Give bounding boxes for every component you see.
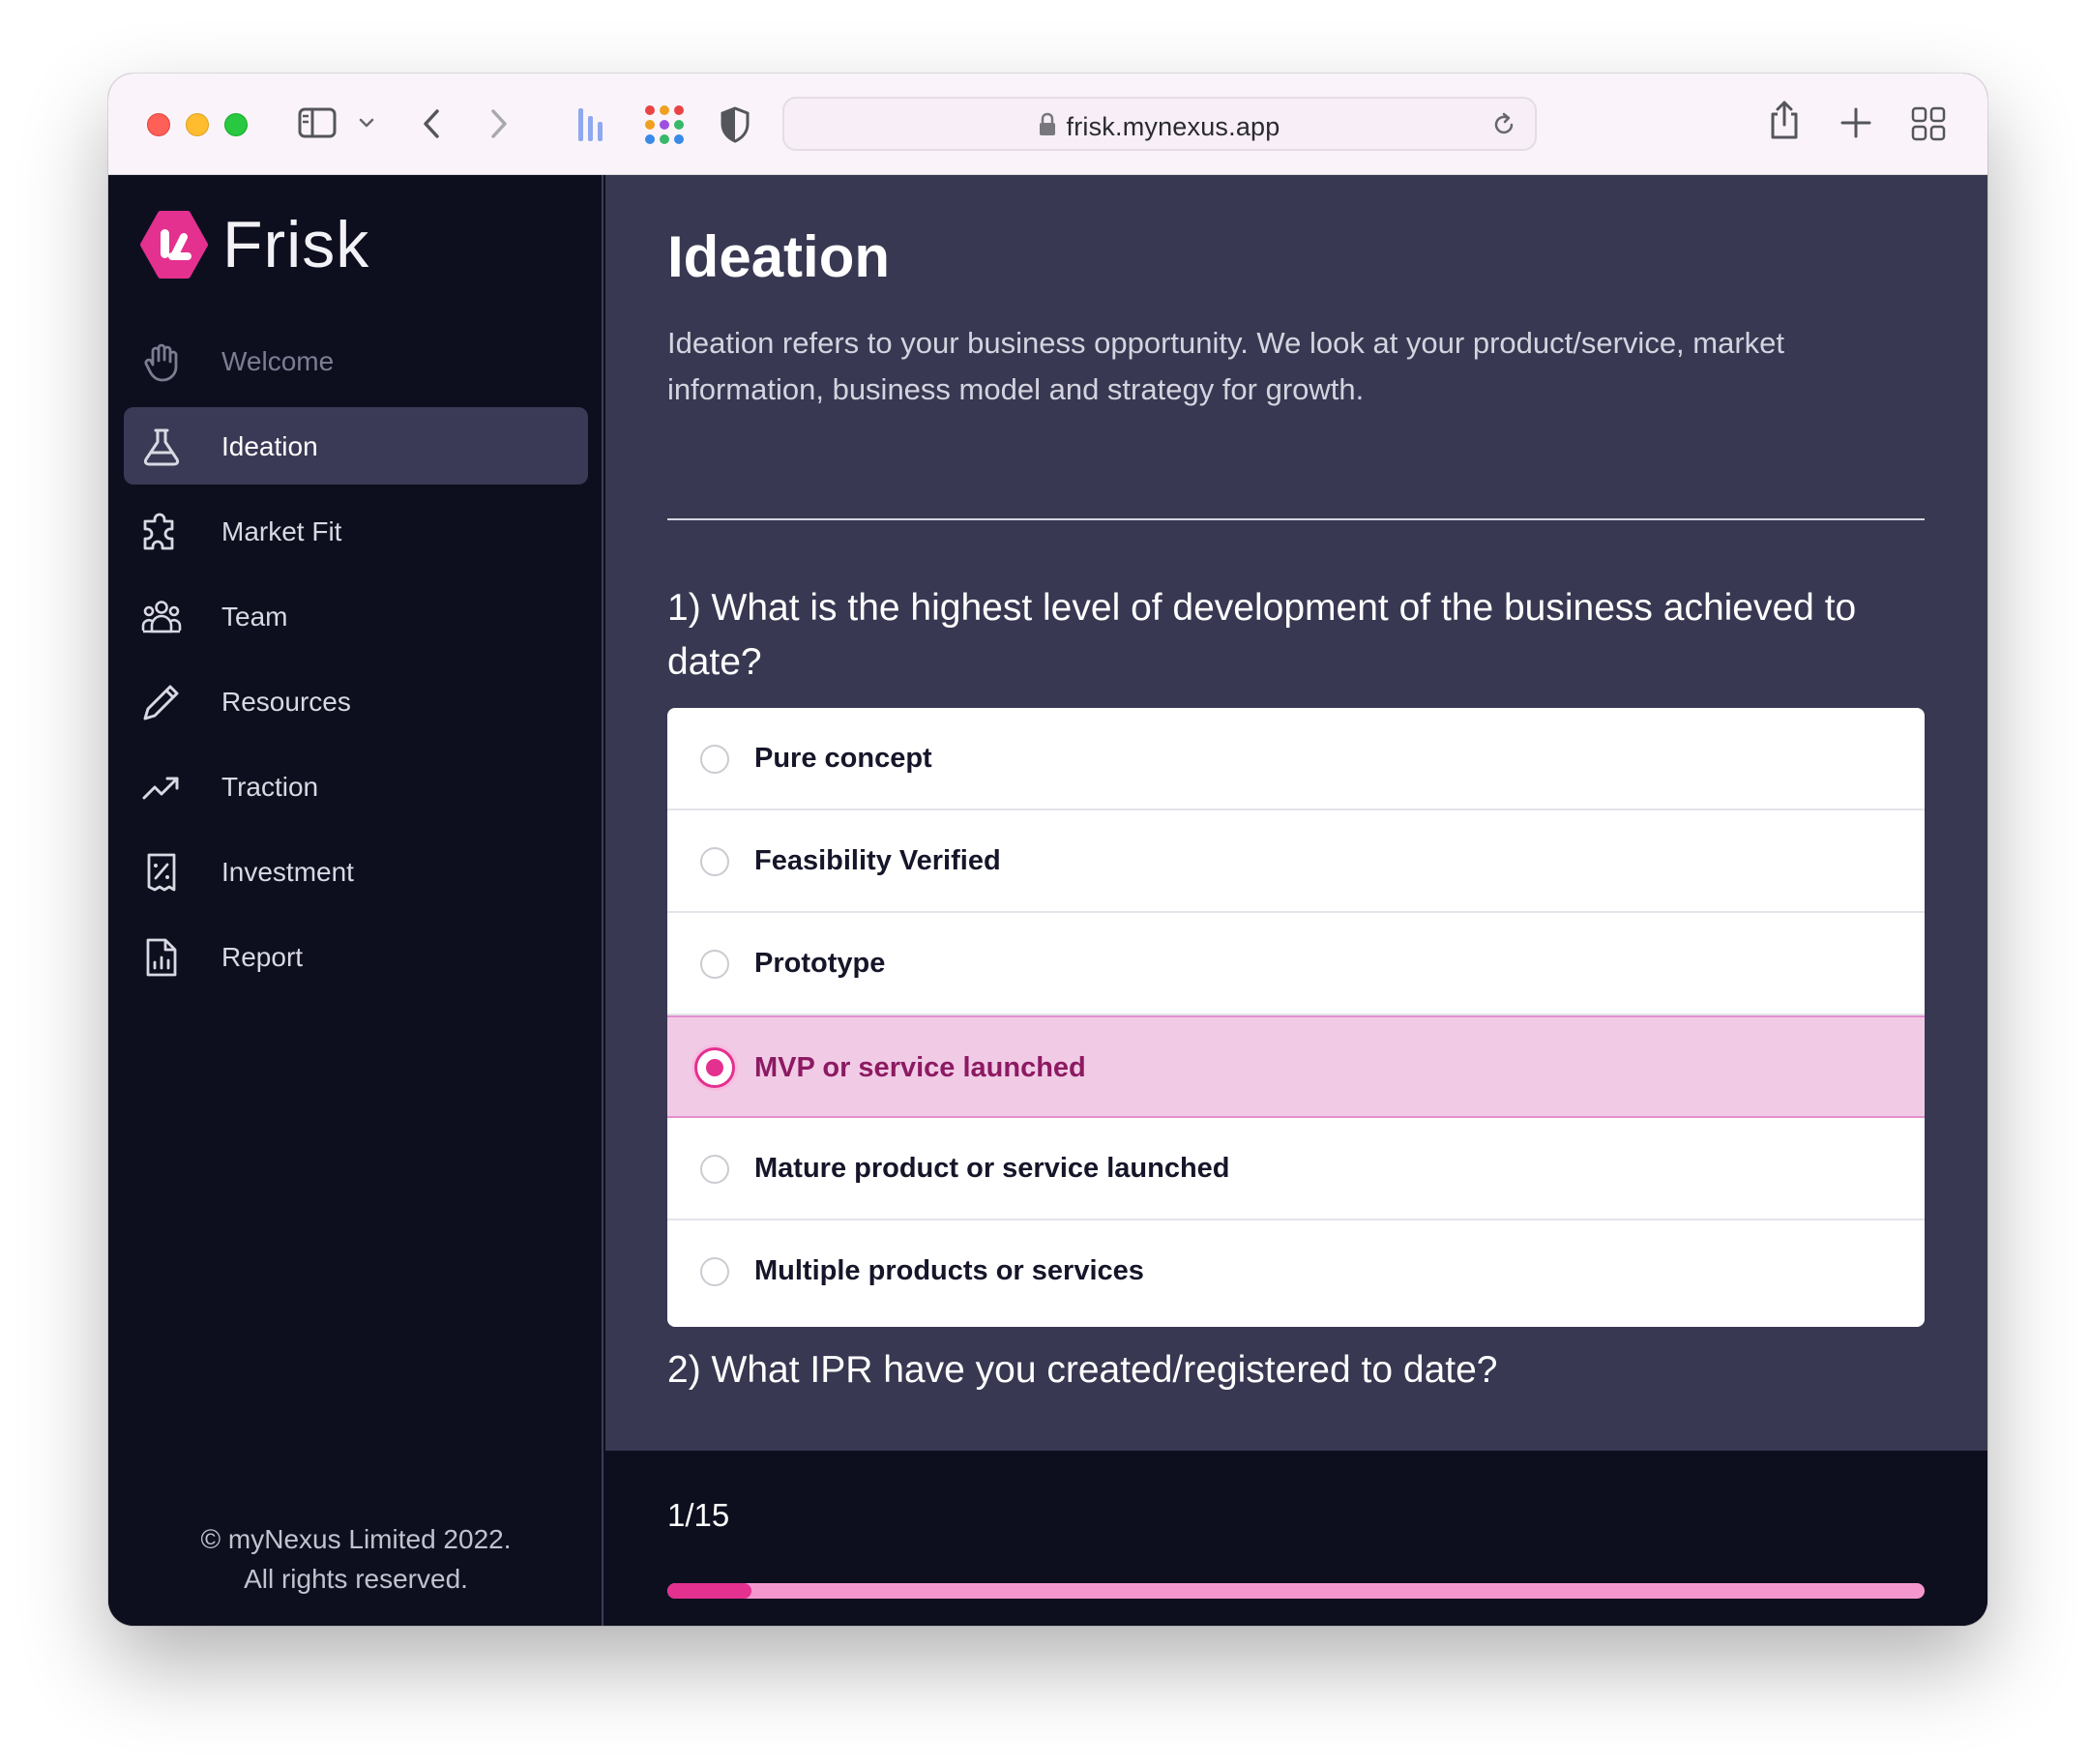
sidebar-item-label: Resources bbox=[221, 687, 351, 717]
users-icon bbox=[141, 601, 182, 633]
progress-bar bbox=[667, 1583, 1925, 1599]
sidebar-item-label: Team bbox=[221, 602, 288, 632]
sidebar-item-welcome[interactable]: Welcome bbox=[124, 322, 588, 399]
question-title: 2) What IPR have you created/registered … bbox=[667, 1349, 1498, 1391]
option-label: Pure concept bbox=[754, 743, 932, 774]
sidebar-item-team[interactable]: Team bbox=[124, 577, 588, 655]
puzzle-icon bbox=[143, 513, 174, 550]
sidebar-item-market-fit[interactable]: Market Fit bbox=[124, 492, 588, 570]
sidebar-item-label: Market Fit bbox=[221, 516, 342, 546]
hand-icon bbox=[144, 343, 178, 382]
sidebar-item-investment[interactable]: Investment bbox=[124, 833, 588, 910]
extension-bars-icon[interactable] bbox=[576, 106, 605, 143]
trending-up-icon bbox=[142, 777, 179, 800]
sidebar-item-label: Report bbox=[221, 942, 304, 972]
radio-button[interactable] bbox=[700, 847, 729, 876]
option-multiple-products[interactable]: Multiple products or services bbox=[667, 1220, 1925, 1323]
brand[interactable]: Frisk bbox=[139, 210, 369, 279]
flask-icon bbox=[143, 428, 180, 466]
reload-icon[interactable] bbox=[1490, 111, 1517, 143]
option-mvp-launched[interactable]: MVP or service launched bbox=[667, 1015, 1925, 1118]
sidebar-item-traction[interactable]: Traction bbox=[124, 748, 588, 825]
frisk-logo-icon bbox=[140, 211, 208, 279]
receipt-percent-icon bbox=[147, 853, 176, 892]
progress-counter: 1/15 bbox=[667, 1497, 730, 1533]
sidebar-nav: Welcome Ideation Market Fit Team Resourc… bbox=[124, 322, 588, 1003]
option-label: MVP or service launched bbox=[754, 1052, 1086, 1083]
share-icon[interactable] bbox=[1767, 99, 1802, 141]
new-tab-plus-icon[interactable] bbox=[1839, 106, 1872, 139]
copyright-line: © myNexus Limited 2022. bbox=[200, 1524, 512, 1554]
option-pure-concept[interactable]: Pure concept bbox=[667, 708, 1925, 810]
question-title: 1) What is the highest level of developm… bbox=[667, 587, 1857, 683]
option-label: Prototype bbox=[754, 948, 886, 979]
apps-grid-icon[interactable] bbox=[644, 104, 685, 145]
sidebar-toggle-icon[interactable] bbox=[298, 106, 337, 139]
copyright: © myNexus Limited 2022. All rights reser… bbox=[108, 1519, 603, 1599]
radio-button[interactable] bbox=[700, 950, 729, 979]
document-chart-icon bbox=[146, 938, 177, 977]
copyright-line: All rights reserved. bbox=[244, 1564, 468, 1594]
minimize-window-button[interactable] bbox=[186, 113, 209, 136]
browser-window: frisk.mynexus.app Frisk Welcome Ideation… bbox=[108, 74, 1987, 1626]
main-content: Ideation Ideation refers to your busines… bbox=[605, 175, 1987, 1626]
sidebar-item-label: Investment bbox=[221, 857, 354, 887]
sidebar-item-report[interactable]: Report bbox=[124, 918, 588, 995]
forward-arrow-icon[interactable] bbox=[487, 106, 511, 141]
url-text: frisk.mynexus.app bbox=[1066, 112, 1280, 141]
sidebar-item-label: Traction bbox=[221, 772, 319, 802]
option-feasibility-verified[interactable]: Feasibility Verified bbox=[667, 810, 1925, 913]
close-window-button[interactable] bbox=[147, 113, 170, 136]
pencil-icon bbox=[143, 685, 179, 720]
address-bar[interactable]: frisk.mynexus.app bbox=[782, 97, 1537, 151]
browser-toolbar: frisk.mynexus.app bbox=[108, 74, 1987, 175]
sidebar-item-label: Welcome bbox=[221, 346, 335, 376]
page-description: Ideation refers to your business opportu… bbox=[667, 326, 1785, 406]
radio-button-checked[interactable] bbox=[694, 1047, 735, 1088]
options-list: Pure concept Feasibility Verified Protot… bbox=[667, 708, 1925, 1327]
tab-overview-icon[interactable] bbox=[1911, 106, 1946, 141]
option-prototype[interactable]: Prototype bbox=[667, 913, 1925, 1015]
option-mature-product[interactable]: Mature product or service launched bbox=[667, 1118, 1925, 1220]
sidebar: Frisk Welcome Ideation Market Fit Team R… bbox=[108, 175, 603, 1626]
brand-name: Frisk bbox=[222, 208, 370, 281]
shield-icon[interactable] bbox=[720, 106, 750, 143]
radio-button[interactable] bbox=[700, 745, 729, 774]
sidebar-item-resources[interactable]: Resources bbox=[124, 662, 588, 740]
page-title: Ideation bbox=[667, 224, 891, 289]
chevron-down-icon[interactable] bbox=[358, 116, 375, 130]
sidebar-item-ideation[interactable]: Ideation bbox=[124, 407, 588, 485]
option-label: Mature product or service launched bbox=[754, 1153, 1230, 1184]
divider bbox=[667, 518, 1925, 520]
progress-bar-fill bbox=[667, 1583, 751, 1599]
option-label: Feasibility Verified bbox=[754, 845, 1001, 876]
option-label: Multiple products or services bbox=[754, 1255, 1144, 1286]
sidebar-item-label: Ideation bbox=[221, 431, 318, 461]
progress-footer: 1/15 bbox=[605, 1451, 1987, 1626]
zoom-window-button[interactable] bbox=[224, 113, 248, 136]
radio-button[interactable] bbox=[700, 1155, 729, 1184]
radio-button[interactable] bbox=[700, 1257, 729, 1286]
back-arrow-icon[interactable] bbox=[420, 106, 443, 141]
